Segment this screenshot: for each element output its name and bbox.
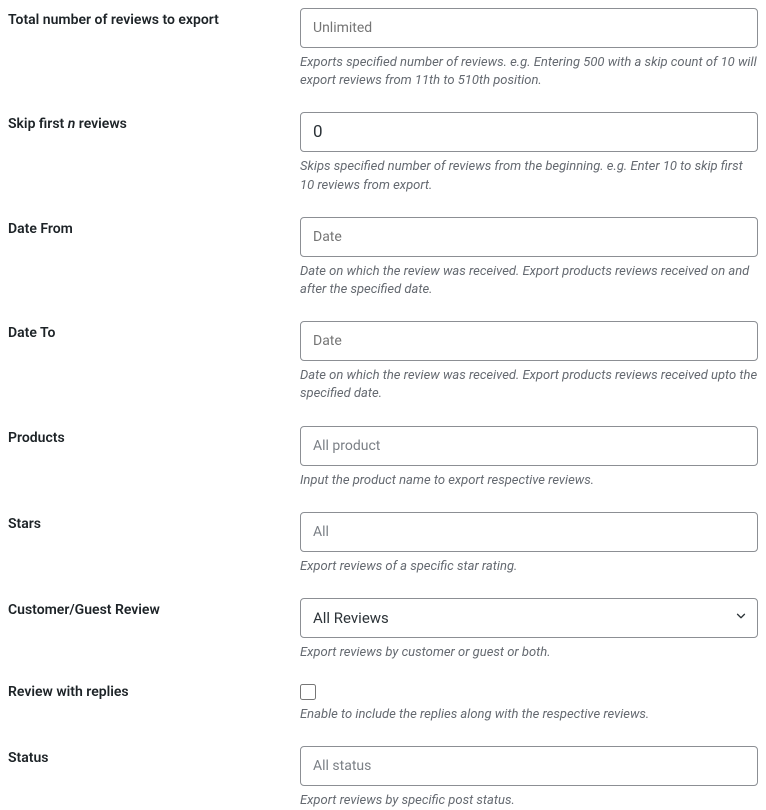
col-customer-guest: All Reviews Export reviews by customer o… — [300, 598, 758, 662]
input-status[interactable]: All status — [300, 746, 758, 786]
col-skip: Skips specified number of reviews from t… — [300, 112, 758, 194]
help-date-to: Date on which the review was received. E… — [300, 367, 758, 403]
col-total-reviews: Exports specified number of reviews. e.g… — [300, 8, 758, 90]
label-total-reviews: Total number of reviews to export — [8, 8, 300, 28]
row-stars: Stars All Export reviews of a specific s… — [8, 512, 758, 576]
label-skip: Skip first n reviews — [8, 112, 300, 132]
col-date-from: Date on which the review was received. E… — [300, 217, 758, 299]
help-total-reviews: Exports specified number of reviews. e.g… — [300, 54, 758, 90]
label-stars: Stars — [8, 512, 300, 532]
input-total-reviews[interactable] — [300, 8, 758, 48]
input-date-from[interactable] — [300, 217, 758, 257]
col-status: All status Export reviews by specific po… — [300, 746, 758, 810]
input-date-to[interactable] — [300, 321, 758, 361]
col-replies: Enable to include the replies along with… — [300, 684, 758, 724]
help-products: Input the product name to export respect… — [300, 472, 758, 490]
label-date-from: Date From — [8, 217, 300, 237]
label-replies: Review with replies — [8, 684, 300, 700]
label-customer-guest: Customer/Guest Review — [8, 598, 300, 618]
label-status: Status — [8, 746, 300, 766]
help-date-from: Date on which the review was received. E… — [300, 263, 758, 299]
row-skip: Skip first n reviews Skips specified num… — [8, 112, 758, 194]
select-customer-guest[interactable]: All Reviews — [300, 598, 758, 638]
row-customer-guest: Customer/Guest Review All Reviews Export… — [8, 598, 758, 662]
checkbox-replies[interactable] — [300, 684, 316, 700]
row-date-to: Date To Date on which the review was rec… — [8, 321, 758, 403]
row-products: Products All product Input the product n… — [8, 426, 758, 490]
help-replies: Enable to include the replies along with… — [300, 706, 758, 724]
input-products[interactable]: All product — [300, 426, 758, 466]
row-status: Status All status Export reviews by spec… — [8, 746, 758, 810]
label-date-to: Date To — [8, 321, 300, 341]
label-products: Products — [8, 426, 300, 446]
input-skip[interactable] — [300, 112, 758, 152]
help-skip: Skips specified number of reviews from t… — [300, 158, 758, 194]
row-replies: Review with replies Enable to include th… — [8, 684, 758, 724]
row-total-reviews: Total number of reviews to export Export… — [8, 8, 758, 90]
select-wrap-customer-guest: All Reviews — [300, 598, 758, 638]
col-products: All product Input the product name to ex… — [300, 426, 758, 490]
help-stars: Export reviews of a specific star rating… — [300, 558, 758, 576]
col-date-to: Date on which the review was received. E… — [300, 321, 758, 403]
help-customer-guest: Export reviews by customer or guest or b… — [300, 644, 758, 662]
help-status: Export reviews by specific post status. — [300, 792, 758, 810]
col-stars: All Export reviews of a specific star ra… — [300, 512, 758, 576]
input-stars[interactable]: All — [300, 512, 758, 552]
row-date-from: Date From Date on which the review was r… — [8, 217, 758, 299]
